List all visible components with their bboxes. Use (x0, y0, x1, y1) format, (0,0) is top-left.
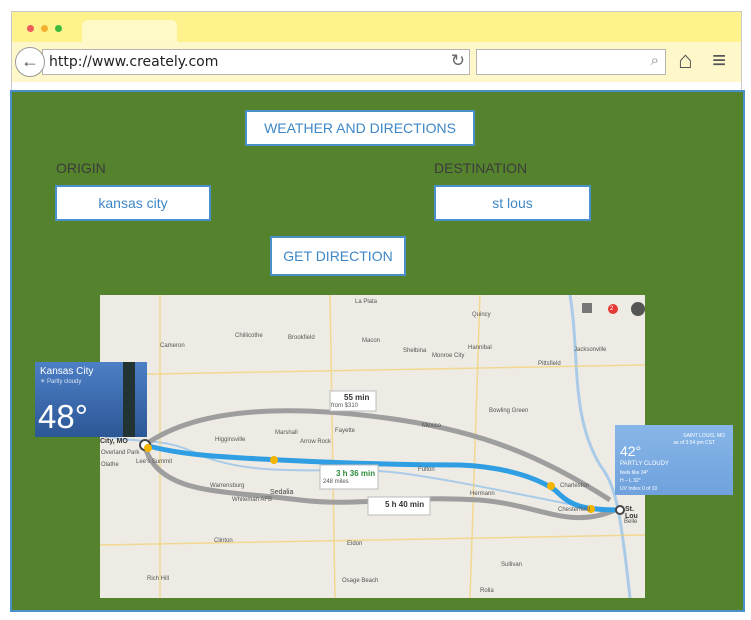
map-place: Macon (362, 338, 381, 344)
route1-time: 55 min (344, 393, 370, 402)
map-place: Sedalia (270, 489, 294, 496)
map-place: Sullivan (501, 562, 523, 568)
get-direction-button[interactable]: GET DIRECTION (270, 236, 406, 276)
weather-stl-time: as of 3:54 pm CST (673, 440, 715, 446)
search-icon[interactable]: ⌕ (651, 52, 659, 69)
browser-navbar: http://www.creately.com ↻ ← ⌕ ⌂ ≡ (12, 42, 741, 82)
st-louis-weather-card: SAINT LOUIS, MO as of 3:54 pm CST 42° PA… (615, 425, 733, 495)
tower-image (123, 362, 135, 437)
browser-tab[interactable] (82, 20, 177, 42)
weather-kc-temp: 48° (38, 398, 88, 435)
route1-sub: from $310 (331, 403, 359, 409)
map-place: St. Lou (625, 506, 638, 520)
map-place: Charleston (560, 483, 590, 489)
map-place: Bowling Green (489, 408, 529, 414)
map-place: Mexico (422, 423, 442, 429)
menu-icon[interactable]: ≡ (712, 47, 726, 75)
map-place: Warrensburg (210, 483, 245, 489)
back-icon[interactable]: ← (15, 47, 45, 77)
weather-kc-city: Kansas City (40, 366, 94, 377)
kansas-city-weather-card: Kansas City ☀ Partly cloudy 48° (35, 362, 147, 437)
map-place: Monroe City (432, 353, 465, 359)
notification-badge[interactable]: 2 (610, 306, 613, 312)
browser-titlebar (12, 12, 741, 42)
map-view[interactable]: 55 min from $310 3 h 36 min 248 miles 5 … (100, 295, 645, 598)
map-place: Hannibal (468, 345, 492, 351)
home-icon[interactable]: ⌂ (678, 47, 693, 75)
url-bar[interactable]: http://www.creately.com ↻ (42, 49, 470, 75)
map-place: Rich Hill (147, 576, 170, 582)
weather-stl-hilo: H – L 32° (620, 478, 641, 484)
map-place: Jacksonville (574, 347, 607, 353)
route2-time: 3 h 36 min (336, 469, 376, 478)
minimize-window-icon[interactable] (41, 25, 48, 32)
weather-kc-condition: ☀ Partly cloudy (40, 379, 82, 385)
reload-icon[interactable]: ↻ (451, 51, 465, 71)
url-text: http://www.creately.com (49, 54, 219, 70)
page-title: WEATHER AND DIRECTIONS (245, 110, 475, 146)
weather-stl-feels: feels like 34° (620, 470, 649, 476)
map-place: Olathe (101, 462, 119, 468)
weather-stl-temp: 42° (620, 443, 642, 459)
map-place: Quincy (472, 312, 491, 318)
close-window-icon[interactable] (27, 25, 34, 32)
origin-label: ORIGIN (56, 160, 106, 176)
map-place: City, MO (100, 438, 128, 445)
map-place: Rolla (480, 588, 494, 594)
destination-label: DESTINATION (434, 160, 528, 176)
map-place: Fulton (418, 467, 435, 473)
browser-search-input[interactable]: ⌕ (476, 49, 666, 75)
map-place: Marshall (275, 430, 298, 436)
map-place: Hermann (470, 491, 495, 497)
route3-time: 5 h 40 min (385, 500, 425, 509)
map-place: La Plata (355, 299, 378, 305)
map-place: Pittsfield (538, 361, 561, 367)
map-place: Chillicothe (235, 333, 263, 339)
destination-input[interactable]: st lous (434, 185, 591, 221)
weather-stl-uv: UV Index 0 of 10 (620, 486, 658, 492)
map-place: Fayette (335, 428, 356, 434)
weather-stl-desc: PARTLY CLOUDY (620, 461, 669, 467)
map-place: Osage Beach (342, 578, 379, 584)
map-place: Higginsville (215, 437, 246, 443)
weather-stl-city: SAINT LOUIS, MO (683, 433, 725, 439)
map-place: Whiteman AFB (232, 497, 273, 503)
map-place: Clinton (214, 538, 233, 544)
map-place: Arrow Rock (300, 439, 332, 445)
map-place: Brookfield (288, 335, 315, 341)
map-place: Eldon (347, 541, 363, 547)
map-place: Chesterfield (558, 507, 591, 513)
route2-sub: 248 miles (323, 479, 349, 485)
map-place: Shelbina (403, 348, 427, 354)
map-place: Lee's Summit (136, 459, 173, 465)
map-place: Cameron (160, 343, 185, 349)
map-place: Overland Park (101, 450, 140, 456)
origin-input[interactable]: kansas city (55, 185, 211, 221)
maximize-window-icon[interactable] (55, 25, 62, 32)
